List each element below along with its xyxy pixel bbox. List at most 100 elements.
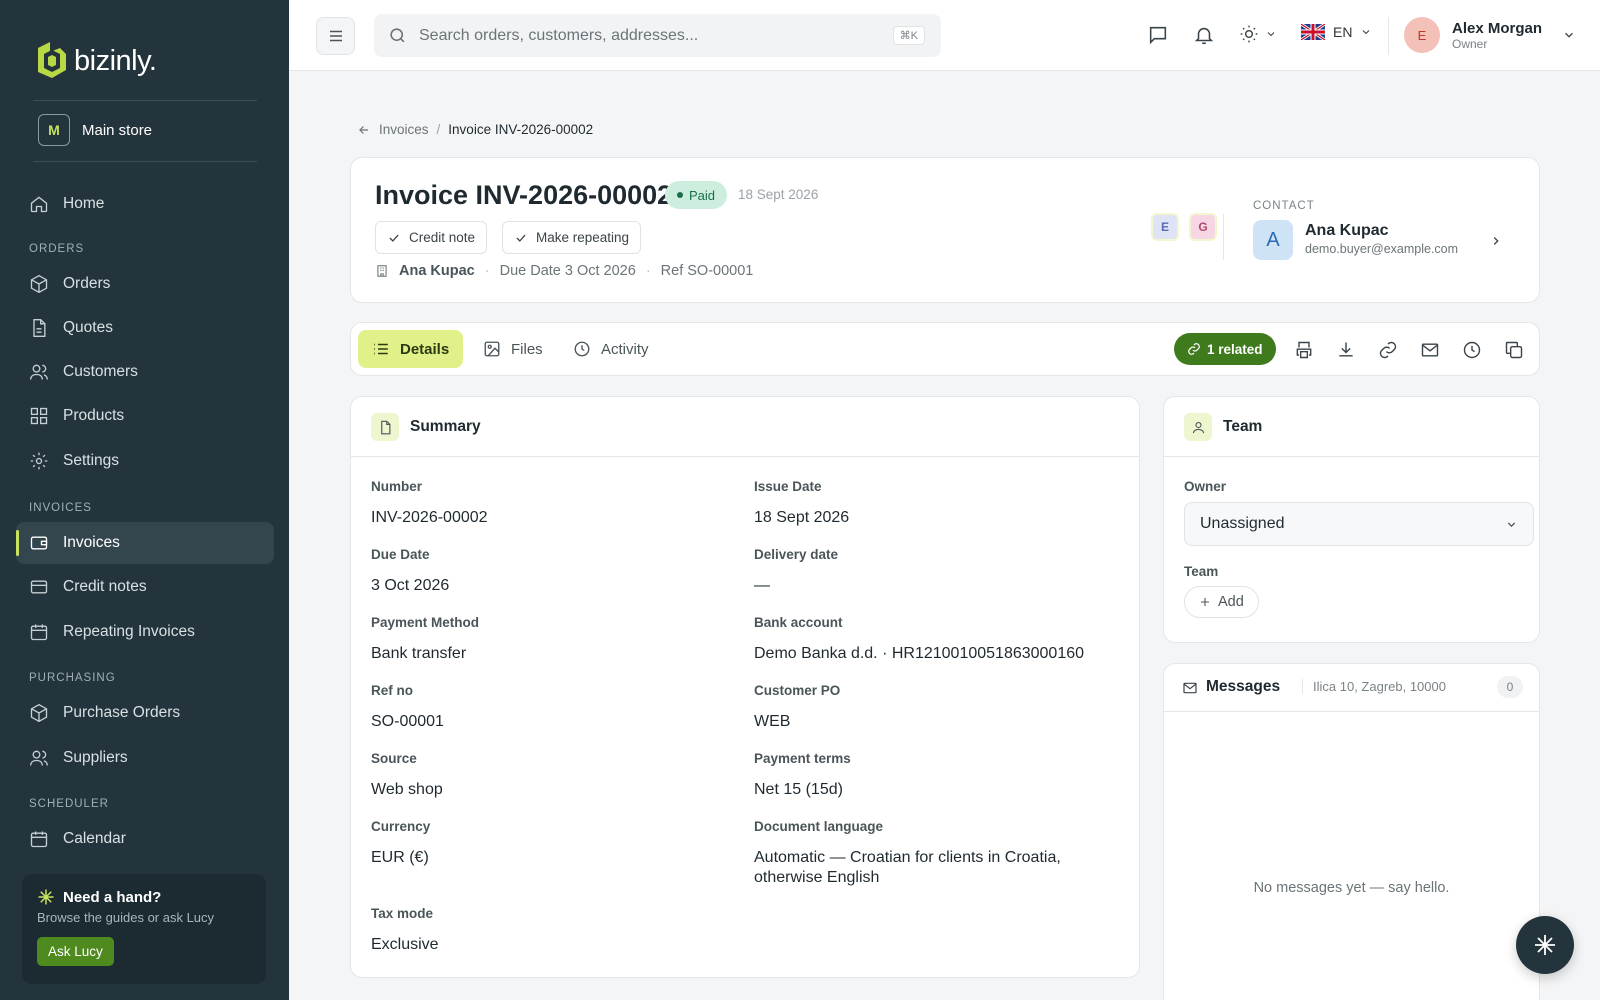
arrow-left-icon[interactable]: [357, 123, 371, 137]
clock-icon: [574, 341, 590, 357]
box-icon: [30, 274, 48, 294]
search-bar[interactable]: ⌘K: [374, 14, 941, 57]
section-purchasing: PURCHASING: [29, 672, 116, 684]
sidebar-item-invoices[interactable]: Invoices: [16, 522, 274, 564]
team-header: Team: [1164, 397, 1539, 457]
meta-separator: ·: [645, 263, 651, 279]
assignee-avatar[interactable]: E: [1151, 213, 1179, 241]
search-input[interactable]: [419, 26, 879, 45]
wallet-icon: [30, 536, 48, 550]
bell-icon: [1194, 27, 1214, 45]
chat-button[interactable]: [1147, 24, 1169, 46]
history-button[interactable]: [1462, 340, 1482, 360]
field-value-source: Web shop: [371, 781, 443, 798]
sidebar-item-products[interactable]: Products: [16, 395, 274, 437]
language-code: EN: [1333, 24, 1353, 40]
sidebar-item-customers[interactable]: Customers: [16, 351, 274, 393]
sidebar-item-settings[interactable]: Settings: [16, 440, 274, 482]
add-team-member-button[interactable]: Add: [1184, 586, 1259, 618]
theme-toggle[interactable]: [1239, 24, 1277, 44]
image-icon: [484, 341, 500, 357]
summary-card: Summary Number INV-2026-00002 Issue Date…: [350, 396, 1140, 978]
box-icon: [30, 703, 48, 723]
messages-title: Messages: [1206, 678, 1281, 695]
store-badge: M: [38, 114, 70, 146]
field-label-source: Source: [371, 751, 417, 766]
printer-icon: [1296, 341, 1312, 359]
brand-logo[interactable]: bizinly.: [36, 42, 157, 80]
copy-link-button[interactable]: [1378, 340, 1398, 360]
field-label-payment-method: Payment Method: [371, 615, 480, 630]
field-label-currency: Currency: [371, 819, 431, 834]
messages-count-badge: 0: [1497, 676, 1523, 698]
tab-label: Activity: [601, 340, 649, 358]
breadcrumb-invoices-link[interactable]: Invoices: [379, 122, 429, 137]
document-icon-wrap: [371, 413, 399, 441]
document-icon: [33, 319, 46, 337]
chevron-down-icon: [1363, 30, 1370, 35]
team-title: Team: [1223, 418, 1263, 435]
user-menu[interactable]: E Alex Morgan Owner: [1404, 17, 1576, 53]
sidebar-item-purchase-orders[interactable]: Purchase Orders: [16, 692, 274, 734]
summary-header: Summary: [351, 397, 1139, 457]
status-badge: Paid: [665, 181, 728, 209]
bizinly-logo-icon: [38, 42, 66, 78]
sidebar-item-home[interactable]: Home: [16, 183, 274, 225]
team-card: Team Owner Unassigned Team Add: [1163, 396, 1540, 643]
summary-title: Summary: [410, 418, 481, 435]
print-button[interactable]: [1294, 340, 1314, 360]
sidebar-item-quotes[interactable]: Quotes: [16, 307, 274, 349]
tab-details[interactable]: Details: [358, 330, 464, 368]
language-selector[interactable]: EN: [1301, 24, 1372, 40]
duplicate-button[interactable]: [1504, 340, 1524, 360]
users-icon: [30, 750, 48, 766]
sidebar-item-calendar[interactable]: Calendar: [16, 818, 274, 860]
sidebar-item-label: Settings: [63, 452, 120, 469]
sidebar-item-suppliers[interactable]: Suppliers: [16, 737, 274, 779]
sparkle-icon: [38, 889, 54, 905]
notifications-button[interactable]: [1193, 24, 1215, 46]
invoice-customer[interactable]: Ana Kupac: [399, 263, 475, 279]
field-value-number: INV-2026-00002: [371, 509, 488, 526]
owner-select[interactable]: Unassigned: [1184, 502, 1534, 546]
tab-files[interactable]: Files: [469, 330, 557, 368]
mail-icon: [1183, 682, 1197, 694]
chevron-down-icon: [1565, 32, 1573, 38]
field-label-bank-account: Bank account: [754, 615, 843, 630]
store-switcher[interactable]: M Main store: [38, 114, 152, 146]
credit-note-button[interactable]: Credit note: [375, 221, 488, 254]
related-button[interactable]: 1 related: [1174, 333, 1276, 365]
tab-activity[interactable]: Activity: [559, 330, 663, 368]
contact-open-button[interactable]: [1489, 234, 1503, 248]
assistant-fab-button[interactable]: [1516, 916, 1574, 974]
sidebar-item-label: Repeating Invoices: [63, 623, 195, 640]
ask-lucy-button[interactable]: Ask Lucy: [37, 937, 114, 966]
section-invoices: INVOICES: [29, 502, 92, 514]
make-repeating-button[interactable]: Make repeating: [502, 221, 642, 254]
link-icon: [1379, 341, 1397, 359]
assignee-avatar[interactable]: G: [1189, 213, 1217, 241]
sidebar-item-label: Credit notes: [63, 578, 147, 595]
download-icon: [1339, 342, 1353, 357]
sidebar-item-orders[interactable]: Orders: [16, 263, 274, 305]
download-button[interactable]: [1336, 340, 1356, 360]
help-card: Need a hand? Browse the guides or ask Lu…: [22, 874, 266, 984]
tab-label: Files: [511, 340, 543, 358]
team-label: Team: [1184, 564, 1219, 579]
make-repeating-label: Make repeating: [536, 230, 630, 245]
sidebar-item-label: Suppliers: [63, 749, 128, 766]
chat-icon: [1149, 26, 1167, 45]
search-shortcut: ⌘K: [892, 26, 925, 45]
building-icon: [377, 265, 387, 277]
status-label: Paid: [689, 187, 716, 203]
contact-name[interactable]: Ana Kupac: [1305, 222, 1389, 240]
email-button[interactable]: [1420, 340, 1440, 360]
field-value-due-date: 3 Oct 2026: [371, 577, 450, 594]
sidebar-item-repeating-invoices[interactable]: Repeating Invoices: [16, 611, 274, 653]
field-value-payment-terms: Net 15 (15d): [754, 781, 843, 798]
field-label-delivery-date: Delivery date: [754, 547, 839, 562]
sidebar-item-credit-notes[interactable]: Credit notes: [16, 566, 274, 608]
divider: [33, 161, 257, 162]
menu-toggle-button[interactable]: [316, 17, 355, 55]
topbar: ⌘K EN E Alex Morgan Owner: [289, 0, 1600, 71]
